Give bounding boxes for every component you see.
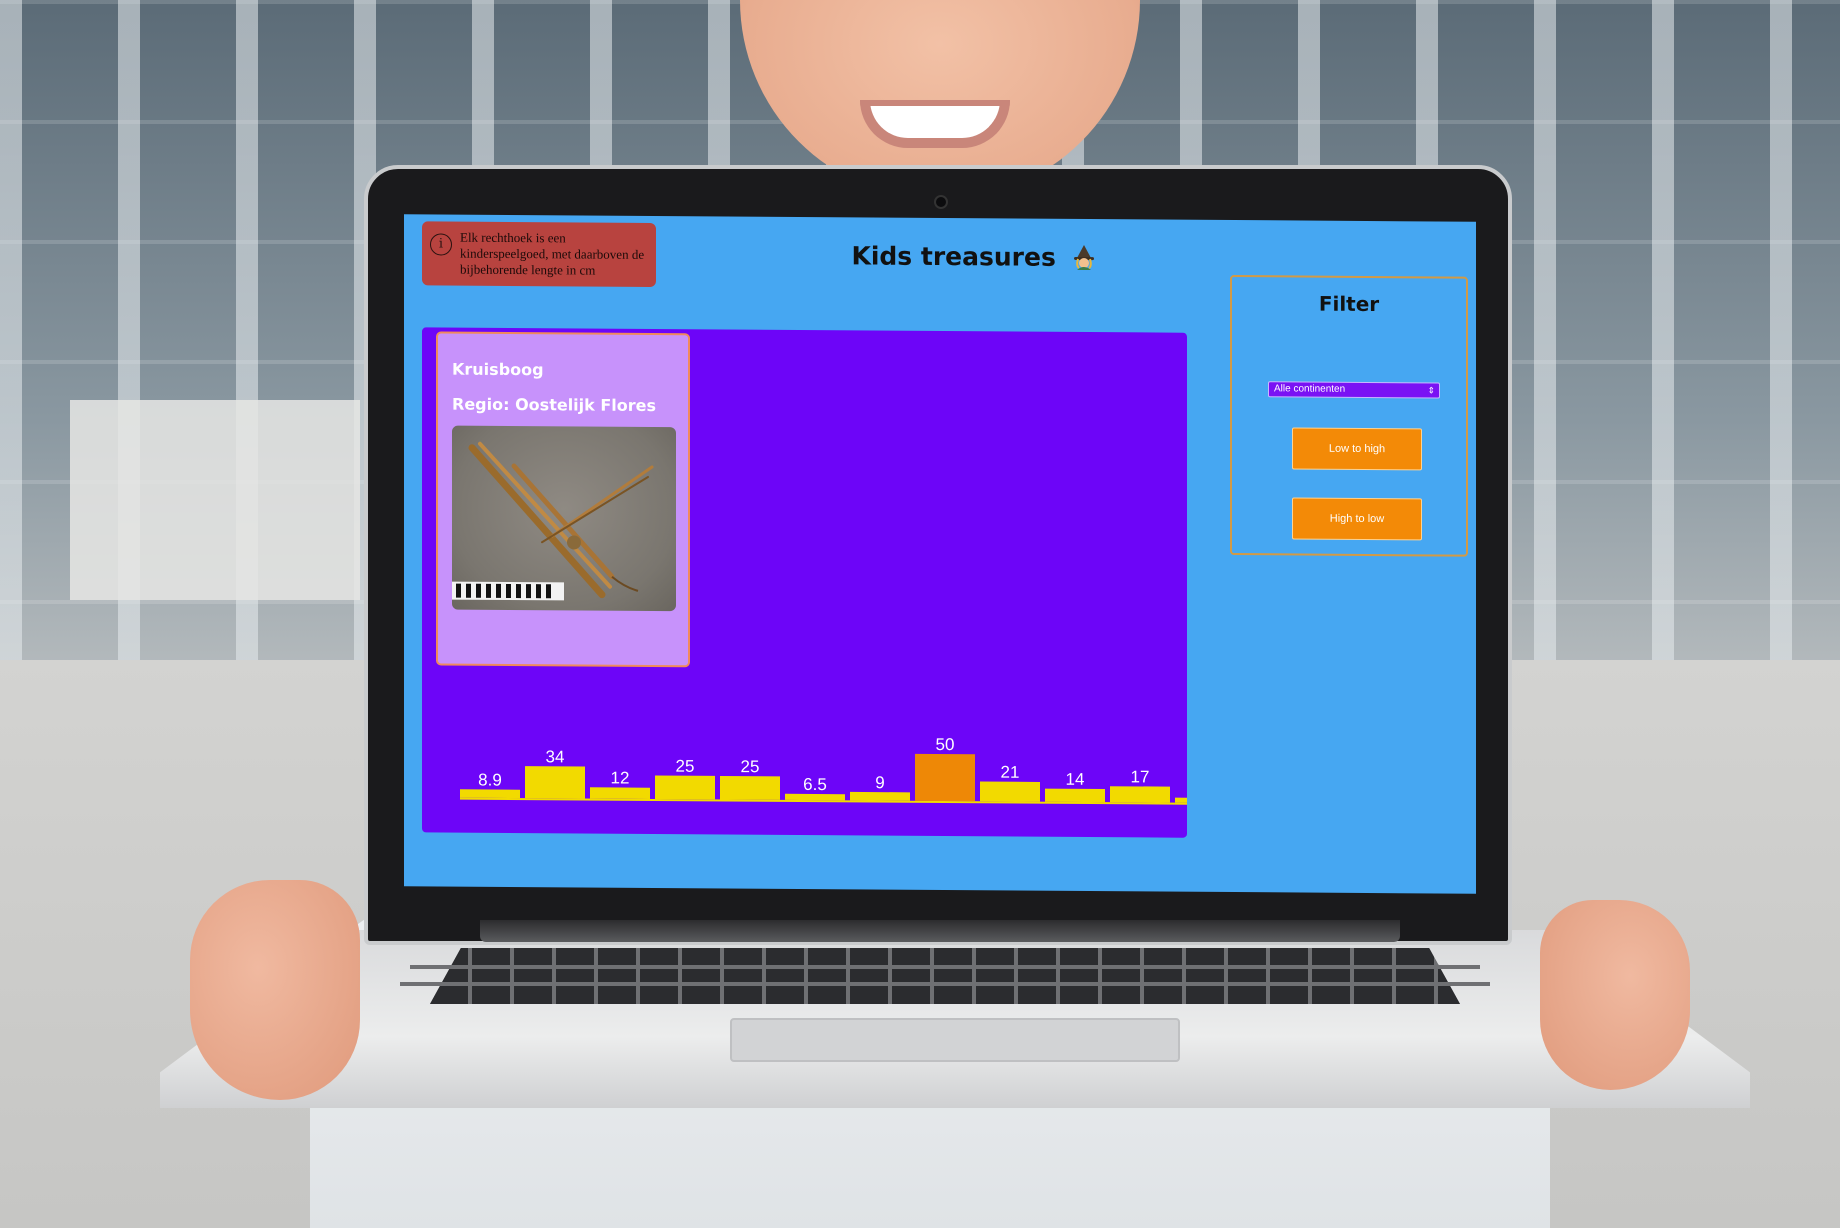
background-panel [70, 400, 360, 600]
bar-value-label: 25 [676, 757, 695, 776]
keyboard-row-divider [400, 982, 1490, 986]
sort-high-to-low-button[interactable]: High to low [1292, 497, 1422, 541]
filter-title: Filter [1318, 291, 1380, 317]
keyboard-row-divider [410, 965, 1480, 969]
chart-bar[interactable] [1110, 786, 1170, 803]
info-text: Elk rechthoek is een kinderspeelgoed, me… [460, 229, 645, 278]
chart-bar[interactable] [1045, 788, 1105, 803]
toy-card: Kruisboog Regio: Oostelijk Flores [436, 331, 690, 668]
chart-bar[interactable] [460, 789, 520, 799]
chart-bar-partial[interactable] [1175, 797, 1187, 804]
bar-value-label: 25 [741, 757, 760, 776]
info-icon: i [430, 233, 452, 256]
chart-bar[interactable] [980, 781, 1040, 802]
page-title: Kids treasures [834, 241, 1114, 272]
chart-bar[interactable] [655, 775, 715, 800]
laptop-hinge [480, 920, 1400, 942]
bar-value-label: 14 [1066, 770, 1085, 789]
bar-value-label: 8.9 [478, 770, 502, 789]
bar-value-label: 17 [1131, 767, 1150, 786]
bar-value-label: 6.5 [803, 775, 827, 794]
bar-value-label: 34 [546, 747, 565, 766]
info-box: i Elk rechthoek is een kinderspeelgoed, … [422, 221, 656, 288]
select-arrows-icon: ⇕ [1427, 385, 1435, 396]
bar-value-label: 12 [611, 768, 630, 787]
crossbow-photo-icon [452, 441, 654, 601]
visualisation-area: 8.9 34 12 25 25 6.5 9 50 21 14 17 Kruisboog Regio:… [422, 327, 1187, 838]
card-region: Regio: Oostelijk Flores [452, 394, 657, 416]
chart-bar[interactable] [720, 775, 780, 800]
chart-bar[interactable] [850, 791, 910, 801]
crossbow-image [452, 425, 676, 612]
page-title-text: Kids treasures [851, 241, 1056, 272]
bar-value-label: 21 [1001, 763, 1020, 782]
bar-value-label: 9 [875, 773, 884, 792]
chart-bar[interactable] [590, 787, 650, 799]
sort-low-to-high-button[interactable]: Low to high [1292, 427, 1422, 471]
filter-panel: Filter Alle continenten ⇕ Low to high Hi… [1230, 275, 1468, 557]
bar-value-label: 50 [936, 735, 955, 754]
continent-select[interactable]: Alle continenten ⇕ [1268, 381, 1440, 399]
continent-select-value: Alle continenten [1274, 383, 1346, 395]
left-hand [190, 880, 360, 1100]
card-title: Kruisboog [452, 359, 544, 380]
laptop-keyboard [430, 948, 1460, 1004]
laptop-screen: i Elk rechthoek is een kinderspeelgoed, … [404, 214, 1476, 894]
chart-bar[interactable] [785, 793, 845, 801]
webcam-icon [934, 195, 948, 209]
chart-bar[interactable] [915, 753, 975, 802]
laptop-trackpad [730, 1018, 1180, 1062]
right-hand [1540, 900, 1690, 1090]
witch-emoji-icon [1073, 245, 1094, 271]
chart-bar[interactable] [525, 766, 585, 799]
